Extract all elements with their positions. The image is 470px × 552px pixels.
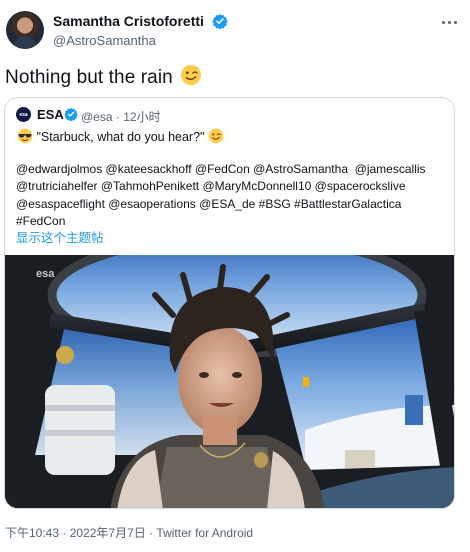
quoted-avatar-text: esa [19, 111, 28, 118]
sunglasses-emoji-icon [17, 128, 33, 144]
tweet-text: Nothing but the rain [5, 64, 202, 89]
author-handle[interactable]: @AstroSamantha [53, 33, 156, 48]
quoted-time[interactable]: 12小时 [123, 110, 160, 124]
more-options-icon[interactable] [437, 14, 461, 30]
tweet-text-content: Nothing but the rain [5, 67, 173, 88]
quoted-mentions[interactable]: @edwardjolmos @kateesackhoff @FedCon @As… [16, 161, 446, 230]
verified-badge-icon [212, 14, 228, 29]
author-name[interactable]: Samantha Cristoforetti [53, 13, 204, 29]
meta-separator: · [115, 110, 120, 124]
quoted-author-avatar[interactable]: esa [16, 107, 31, 122]
author-name-row[interactable]: Samantha Cristoforetti [53, 13, 228, 29]
esa-watermark: esa [36, 268, 55, 280]
wink-emoji-icon [181, 64, 202, 86]
quoted-quote-text: "Starbuck, what do you hear?" [36, 130, 205, 144]
quoted-meta: @esa · 12小时 [81, 108, 161, 125]
cupola-scene-image [5, 255, 454, 508]
tweet-timestamp[interactable]: 下午10:43 · 2022年7月7日 · Twitter for Androi… [5, 524, 253, 541]
quoted-video-media[interactable]: esa [5, 255, 454, 508]
quoted-handle[interactable]: @esa [81, 110, 113, 124]
show-thread-link[interactable]: 显示这个主题帖 [16, 227, 104, 246]
quoted-first-line: "Starbuck, what do you hear?" [17, 128, 224, 144]
quoted-tweet-card[interactable]: esa ESA @esa · 12小时 "Starbuck, what do y… [4, 97, 455, 509]
verified-badge-icon [64, 107, 78, 121]
author-avatar[interactable] [6, 11, 44, 49]
quoted-author-name[interactable]: ESA [37, 107, 64, 122]
wink-emoji-icon [208, 128, 224, 144]
